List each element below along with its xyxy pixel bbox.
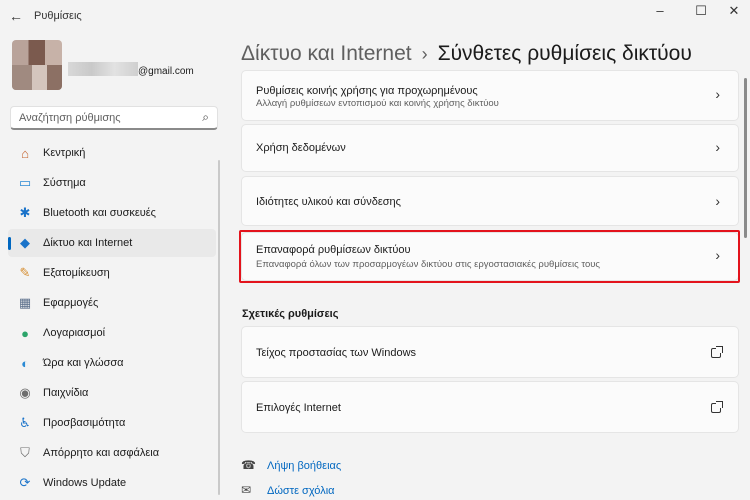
card-title: Ιδιότητες υλικού και σύνδεσης — [256, 196, 401, 208]
sidebar-item-label: Δίκτυο και Internet — [43, 237, 133, 249]
sidebar-item-label: Εξατομίκευση — [43, 267, 110, 279]
card-subtitle: Αλλαγή ρυθμίσεων εντοπισμού και κοινής χ… — [256, 98, 499, 109]
sidebar-item-label: Κεντρική — [43, 147, 86, 159]
sidebar-item-brush[interactable]: ✎ Εξατομίκευση — [8, 259, 216, 287]
sidebar-item-label: Προσβασιμότητα — [43, 417, 126, 429]
give-feedback-link[interactable]: ✉ Δώστε σχόλια — [241, 483, 335, 497]
breadcrumb-parent[interactable]: Δίκτυο και Internet — [241, 42, 412, 65]
sidebar-item-apps[interactable]: ▦ Εφαρμογές — [8, 289, 216, 317]
external-link-icon — [711, 401, 723, 413]
help-icon: ☎ — [241, 458, 256, 472]
active-indicator — [8, 237, 11, 250]
search-icon[interactable]: ⌕ — [202, 110, 209, 125]
card-title: Τείχος προστασίας των Windows — [256, 347, 417, 359]
home-icon: ⌂ — [21, 145, 29, 161]
card-data-usage[interactable]: Χρήση δεδομένων › — [241, 124, 739, 172]
breadcrumb-separator: › — [421, 44, 428, 64]
chevron-right-icon: › — [715, 139, 720, 155]
sidebar-item-update[interactable]: ⟳ Windows Update — [8, 469, 216, 497]
card-title: Ρυθμίσεις κοινής χρήσης για προχωρημένου… — [256, 85, 478, 97]
sidebar-item-bluetooth[interactable]: ✱ Bluetooth και συσκευές — [8, 199, 216, 227]
external-link-icon — [711, 346, 723, 358]
bluetooth-icon: ✱ — [19, 205, 31, 220]
accessibility-icon: ♿ — [19, 415, 31, 430]
apps-icon: ▦ — [18, 295, 32, 310]
sidebar-item-label: Windows Update — [43, 477, 127, 489]
sidebar-item-account[interactable]: ● Λογαριασμοί — [8, 319, 216, 347]
sidebar-item-label: Εφαρμογές — [43, 297, 99, 309]
get-help-label: Λήψη βοήθειας — [267, 460, 342, 472]
card-title: Επιλογές Internet — [256, 402, 341, 414]
sidebar-scrollbar[interactable] — [218, 160, 220, 495]
sidebar-item-gamepad[interactable]: ◉ Παιχνίδια — [8, 379, 216, 407]
search-input[interactable]: Αναζήτηση ρύθμισης ⌕ — [10, 106, 218, 130]
chevron-right-icon: › — [715, 193, 720, 209]
card-advanced-sharing[interactable]: Ρυθμίσεις κοινής χρήσης για προχωρημένου… — [241, 70, 739, 121]
sidebar-item-wifi[interactable]: ◆ Δίκτυο και Internet — [8, 229, 216, 257]
close-button[interactable]: ✕ — [716, 0, 750, 28]
system-icon: ▭ — [18, 175, 32, 190]
feedback-icon: ✉ — [241, 483, 252, 497]
sidebar-item-system[interactable]: ▭ Σύστημα — [8, 169, 216, 197]
back-arrow-icon[interactable]: ← — [6, 6, 26, 26]
main-scrollbar[interactable] — [744, 78, 747, 238]
card-windows-firewall[interactable]: Τείχος προστασίας των Windows — [241, 326, 739, 378]
app-title: Ρυθμίσεις — [34, 10, 82, 22]
sidebar-item-label: Ώρα και γλώσσα — [43, 357, 124, 369]
user-email: @gmail.com — [138, 66, 194, 77]
brush-icon: ✎ — [19, 265, 31, 280]
get-help-link[interactable]: ☎ Λήψη βοήθειας — [241, 458, 341, 472]
wifi-icon: ◆ — [20, 235, 30, 250]
avatar — [12, 40, 62, 90]
sidebar-item-globe[interactable]: ◐ Ώρα και γλώσσα — [8, 349, 216, 377]
update-icon: ⟳ — [19, 475, 31, 490]
shield-icon: ⛉ — [20, 445, 30, 460]
give-feedback-label: Δώστε σχόλια — [267, 485, 335, 497]
breadcrumb: Δίκτυο και Internet › Σύνθετες ρυθμίσεις δ… — [241, 42, 692, 66]
card-internet-options[interactable]: Επιλογές Internet — [241, 381, 739, 433]
page-title: Σύνθετες ρυθμίσεις δικτύου — [437, 42, 692, 65]
chevron-right-icon: › — [715, 86, 720, 102]
sidebar-item-label: Λογαριασμοί — [43, 327, 106, 339]
sidebar-item-shield[interactable]: ⛉ Απόρρητο και ασφάλεια — [8, 439, 216, 467]
card-title: Χρήση δεδομένων — [256, 142, 346, 154]
title-bar: ← Ρυθμίσεις – ☐ ✕ — [0, 0, 750, 32]
card-hardware-properties[interactable]: Ιδιότητες υλικού και σύνδεσης › — [241, 176, 739, 226]
globe-icon: ◐ — [21, 355, 29, 371]
sidebar-item-label: Απόρρητο και ασφάλεια — [43, 447, 160, 459]
sidebar-item-home[interactable]: ⌂ Κεντρική — [8, 139, 216, 167]
account-icon: ● — [21, 325, 29, 341]
sidebar-item-label: Bluetooth και συσκευές — [43, 207, 156, 219]
sidebar-item-label: Σύστημα — [43, 177, 86, 189]
minimize-button[interactable]: – — [642, 0, 678, 28]
sidebar-item-accessibility[interactable]: ♿ Προσβασιμότητα — [8, 409, 216, 437]
highlight-box — [239, 230, 740, 283]
blurred-user-name — [68, 62, 138, 76]
maximize-button[interactable]: ☐ — [683, 0, 719, 28]
sidebar-item-label: Παιχνίδια — [43, 387, 89, 399]
search-placeholder: Αναζήτηση ρύθμισης — [19, 112, 121, 124]
gamepad-icon: ◉ — [19, 385, 31, 400]
related-settings-heading: Σχετικές ρυθμίσεις — [242, 308, 339, 320]
